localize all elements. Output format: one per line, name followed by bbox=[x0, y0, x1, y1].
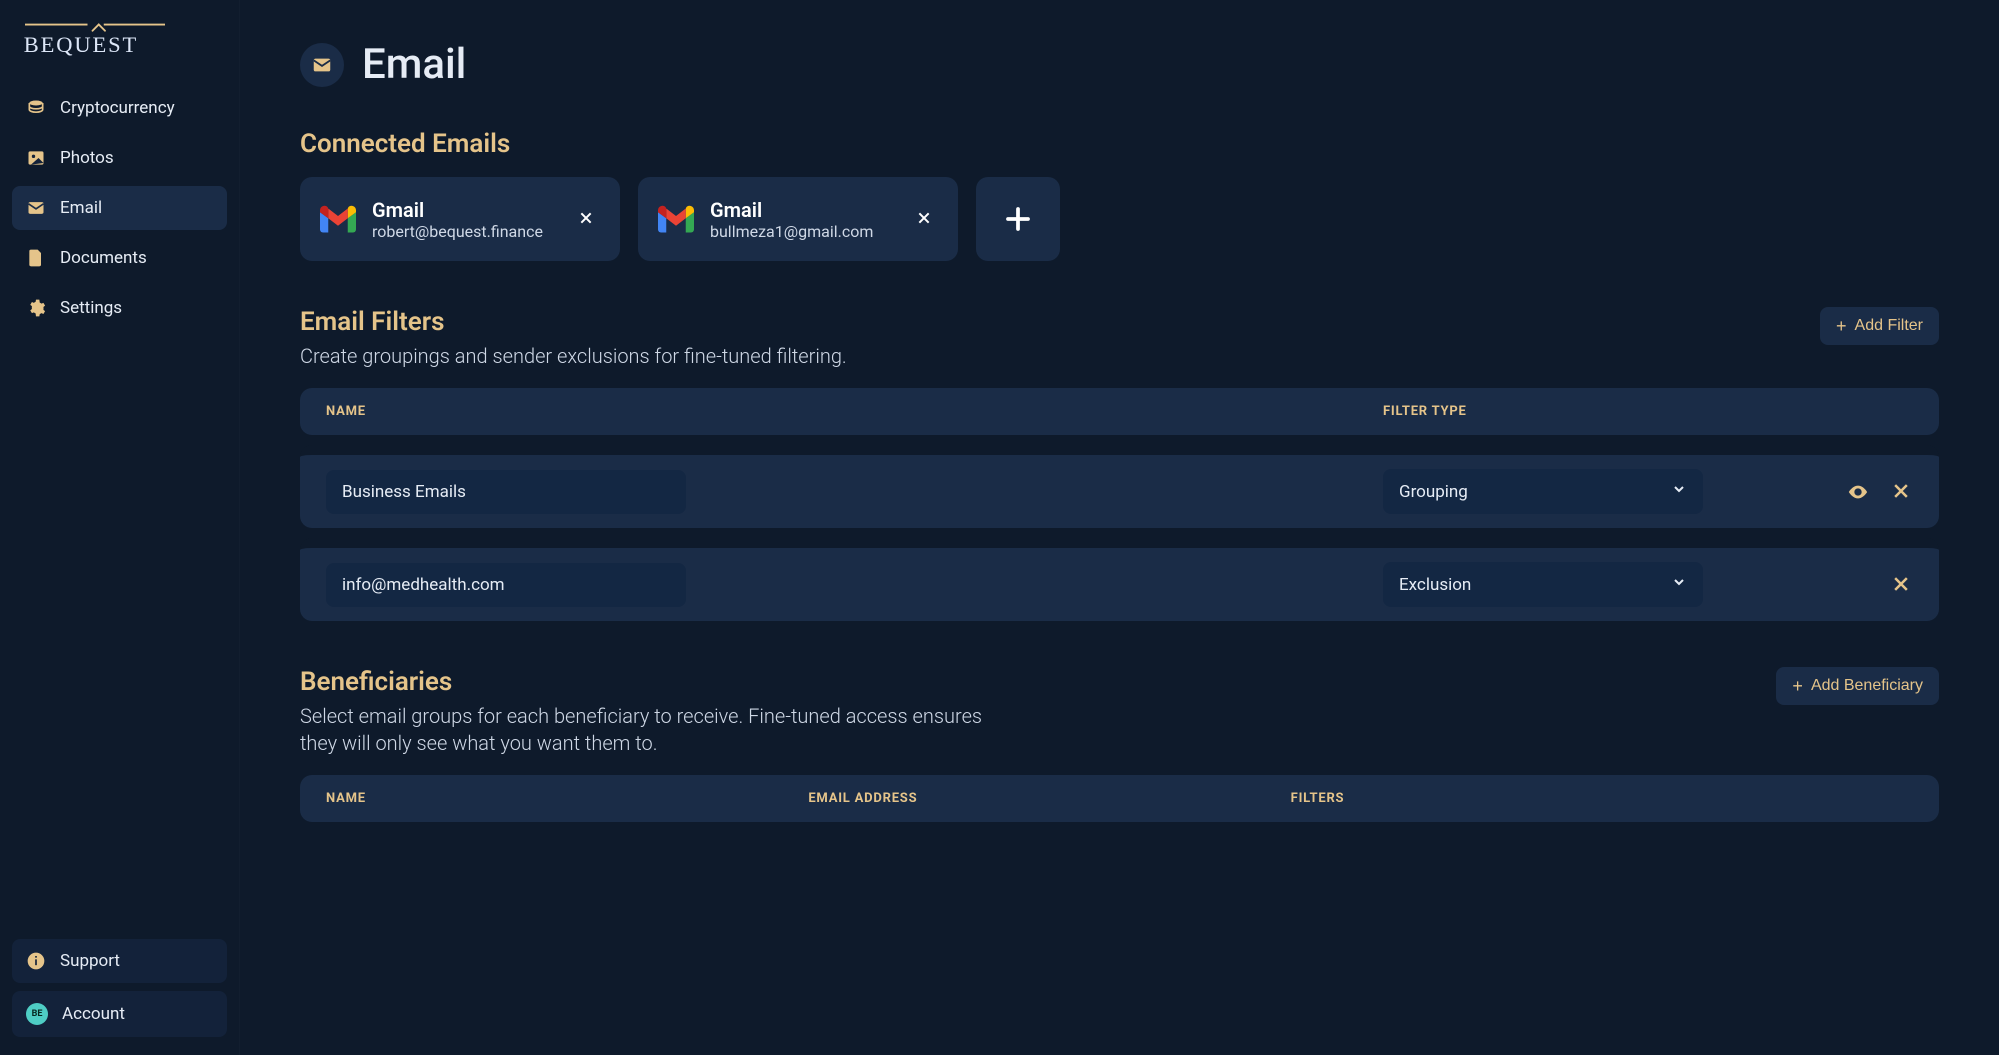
sidebar-item-label: Email bbox=[60, 198, 102, 218]
filter-row: Business Emails Grouping bbox=[300, 445, 1939, 528]
filter-row: info@medhealth.com Exclusion bbox=[300, 538, 1939, 621]
remove-email-button[interactable] bbox=[572, 203, 600, 235]
brand-text: BEQUEST bbox=[24, 32, 138, 57]
add-email-button[interactable] bbox=[976, 177, 1060, 261]
gmail-icon bbox=[320, 205, 356, 233]
filter-type-select[interactable]: Exclusion bbox=[1383, 562, 1703, 607]
email-filters-desc: Create groupings and sender exclusions f… bbox=[300, 343, 847, 370]
col-type: Filter Type bbox=[1383, 404, 1703, 419]
mail-icon bbox=[26, 198, 46, 218]
page-icon bbox=[300, 43, 344, 87]
add-filter-button[interactable]: + Add Filter bbox=[1820, 307, 1939, 345]
col-filters: Filters bbox=[1291, 791, 1743, 806]
remove-email-button[interactable] bbox=[910, 203, 938, 235]
sidebar-item-cryptocurrency[interactable]: Cryptocurrency bbox=[12, 86, 227, 130]
gmail-icon bbox=[658, 205, 694, 233]
col-name: Name bbox=[326, 404, 1353, 419]
image-icon bbox=[26, 148, 46, 168]
avatar: BE bbox=[26, 1003, 48, 1025]
email-filters-title: Email Filters bbox=[300, 307, 847, 337]
sidebar-nav: Cryptocurrency Photos Email Documents bbox=[12, 86, 227, 330]
view-filter-button[interactable] bbox=[1847, 481, 1869, 503]
sidebar-item-support[interactable]: Support bbox=[12, 939, 227, 983]
email-address: bullmeza1@gmail.com bbox=[710, 222, 894, 241]
sidebar-item-documents[interactable]: Documents bbox=[12, 236, 227, 280]
sidebar-item-label: Photos bbox=[60, 148, 114, 168]
delete-filter-button[interactable] bbox=[1891, 574, 1913, 596]
sidebar-bottom: Support BE Account bbox=[12, 939, 227, 1045]
chevron-down-icon bbox=[1671, 574, 1687, 595]
email-address: robert@bequest.finance bbox=[372, 222, 556, 241]
beneficiaries-section: Beneficiaries Select email groups for ea… bbox=[300, 667, 1939, 822]
connected-emails-title: Connected Emails bbox=[300, 129, 1939, 159]
col-email: Email Address bbox=[808, 791, 1260, 806]
plus-icon: + bbox=[1792, 677, 1803, 695]
sidebar-item-label: Account bbox=[62, 1004, 125, 1024]
filter-type-select[interactable]: Grouping bbox=[1383, 469, 1703, 514]
beneficiaries-desc: Select email groups for each beneficiary… bbox=[300, 703, 1020, 757]
sidebar-item-account[interactable]: BE Account bbox=[12, 991, 227, 1037]
gear-icon bbox=[26, 298, 46, 318]
filter-name-input[interactable]: Business Emails bbox=[326, 470, 686, 514]
sidebar-item-email[interactable]: Email bbox=[12, 186, 227, 230]
col-name: Name bbox=[326, 791, 778, 806]
email-provider: Gmail bbox=[372, 198, 556, 222]
delete-filter-button[interactable] bbox=[1891, 481, 1913, 503]
beneficiaries-title: Beneficiaries bbox=[300, 667, 1020, 697]
sidebar-item-photos[interactable]: Photos bbox=[12, 136, 227, 180]
connected-email-card[interactable]: Gmail bullmeza1@gmail.com bbox=[638, 177, 958, 261]
add-beneficiary-button[interactable]: + Add Beneficiary bbox=[1776, 667, 1939, 705]
connected-emails-section: Connected Emails Gmail robert@bequest.fi… bbox=[300, 129, 1939, 261]
file-icon bbox=[26, 248, 46, 268]
chevron-down-icon bbox=[1671, 481, 1687, 502]
plus-icon: + bbox=[1836, 317, 1847, 335]
sidebar-item-settings[interactable]: Settings bbox=[12, 286, 227, 330]
sidebar-item-label: Support bbox=[60, 951, 120, 971]
filter-name-input[interactable]: info@medhealth.com bbox=[326, 563, 686, 607]
main-content: Email Connected Emails Gmail bbox=[240, 0, 1999, 1055]
connected-email-card[interactable]: Gmail robert@bequest.finance bbox=[300, 177, 620, 261]
page-title: Email bbox=[362, 40, 466, 89]
email-provider: Gmail bbox=[710, 198, 894, 222]
filters-table: Name Filter Type bbox=[300, 388, 1939, 435]
page-header: Email bbox=[300, 40, 1939, 89]
email-filters-section: Email Filters Create groupings and sende… bbox=[300, 307, 1939, 621]
brand-logo: BEQUEST bbox=[12, 10, 227, 86]
coins-icon bbox=[26, 98, 46, 118]
sidebar: BEQUEST Cryptocurrency Photos Emai bbox=[0, 0, 240, 1055]
sidebar-item-label: Settings bbox=[60, 298, 122, 318]
info-icon bbox=[26, 951, 46, 971]
beneficiaries-table: Name Email Address Filters bbox=[300, 775, 1939, 822]
sidebar-item-label: Documents bbox=[60, 248, 147, 268]
sidebar-item-label: Cryptocurrency bbox=[60, 98, 175, 118]
